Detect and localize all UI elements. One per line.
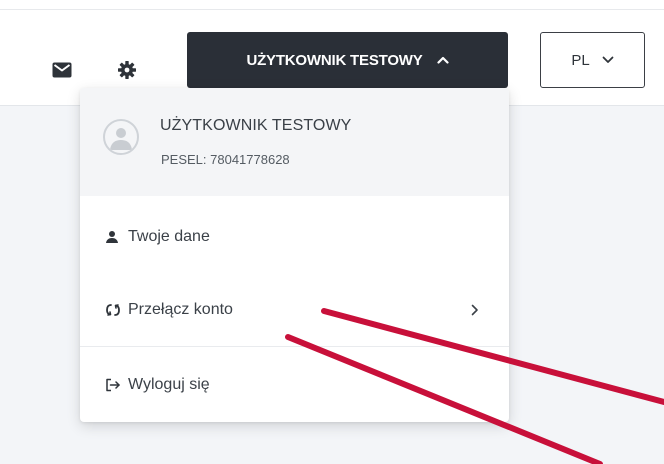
language-select[interactable]: PL [540, 32, 645, 88]
menu-item-switch-account[interactable]: Przełącz konto [80, 281, 509, 339]
profile-pesel: PESEL: 78041778628 [161, 152, 290, 167]
dropdown-profile-header: UŻYTKOWNIK TESTOWY PESEL: 78041778628 [80, 88, 509, 196]
profile-name: UŻYTKOWNIK TESTOWY [160, 117, 352, 134]
gear-icon [117, 60, 137, 85]
user-menu-button[interactable]: UŻYTKOWNIK TESTOWY [187, 32, 508, 88]
chevron-down-icon [602, 51, 614, 69]
menu-divider [80, 346, 509, 347]
user-menu-label: UŻYTKOWNIK TESTOWY [246, 51, 423, 69]
user-dropdown-menu: UŻYTKOWNIK TESTOWY PESEL: 78041778628 Tw… [80, 88, 509, 422]
menu-item-label: Przełącz konto [128, 301, 233, 318]
chevron-right-icon [471, 304, 479, 316]
settings-button[interactable] [113, 58, 141, 86]
person-icon [105, 230, 119, 244]
chevron-up-icon [436, 51, 449, 69]
user-circle-icon [103, 119, 139, 155]
switch-icon [105, 303, 121, 317]
menu-item-your-data[interactable]: Twoje dane [80, 208, 509, 266]
logout-icon [105, 378, 121, 392]
messages-button[interactable] [48, 58, 76, 86]
mail-icon [52, 62, 72, 83]
menu-item-label: Wyloguj się [128, 376, 210, 393]
language-label: PL [571, 51, 590, 69]
menu-item-logout[interactable]: Wyloguj się [80, 356, 509, 414]
menu-item-label: Twoje dane [128, 228, 210, 245]
